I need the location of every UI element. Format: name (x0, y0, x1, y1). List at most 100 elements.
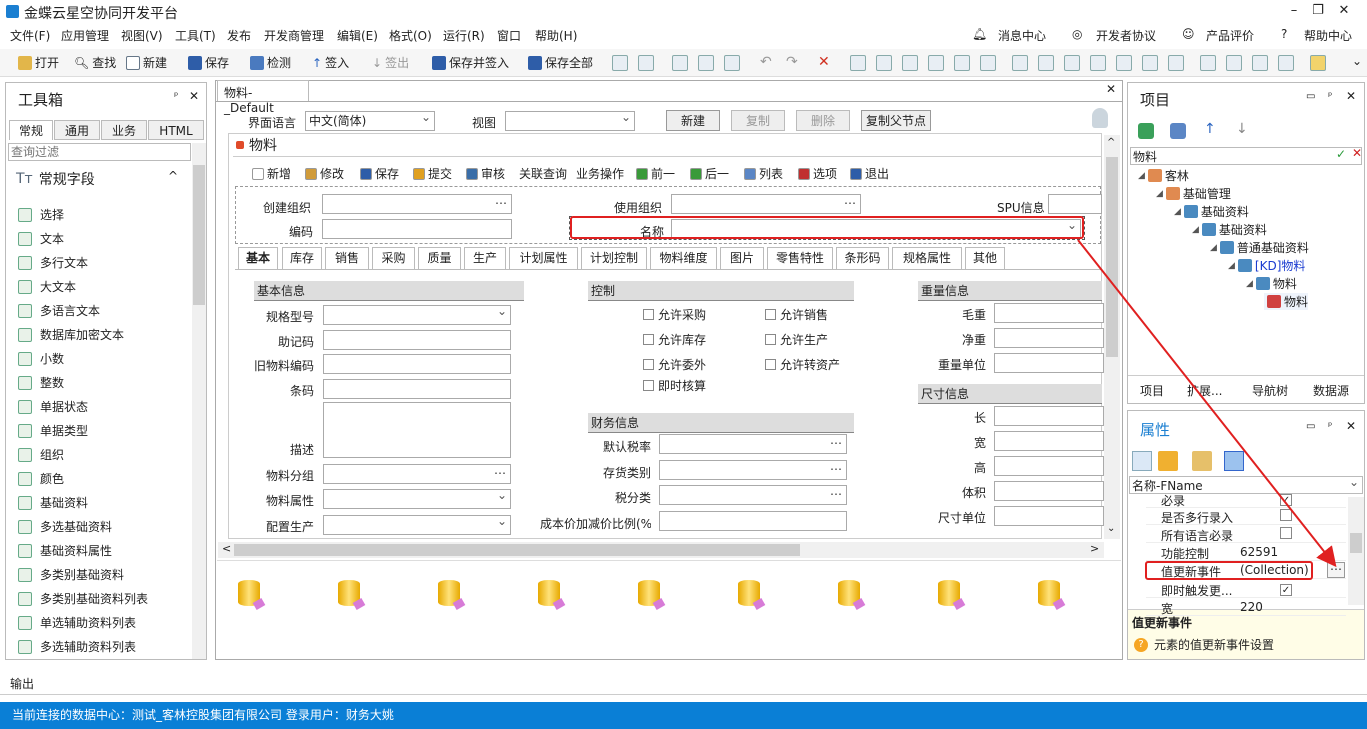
form-tab[interactable]: 计划属性 (509, 247, 578, 269)
project-bottom-tab[interactable]: 数据源 (1313, 382, 1349, 399)
form-action-button[interactable]: 选项 (798, 165, 837, 182)
finance-field-input[interactable] (659, 511, 847, 531)
data-component-icon[interactable] (638, 580, 660, 606)
menu-edit[interactable]: 编辑(E) (337, 27, 378, 44)
toolbox-tab-business[interactable]: 业务 (101, 120, 147, 140)
help-center-link[interactable]: 帮助中心 (1304, 27, 1352, 44)
move-down-icon[interactable]: ↓ (1236, 121, 1248, 137)
undo-icon[interactable]: ↶ (760, 54, 772, 70)
project-bottom-tab[interactable]: 扩展... (1187, 382, 1222, 399)
form-action-button[interactable]: 提交 (413, 165, 452, 182)
basic-field-input[interactable] (323, 464, 511, 484)
data-component-icon[interactable] (338, 580, 360, 606)
control-checkbox[interactable]: 允许转资产 (765, 356, 840, 373)
layout-icon-2[interactable] (1226, 55, 1242, 71)
menu-help[interactable]: 帮助(H) (535, 27, 577, 44)
toolbar-icon-3[interactable] (672, 55, 688, 71)
menu-file[interactable]: 文件(F) (10, 27, 50, 44)
lang-select[interactable]: 中文(简体) (305, 110, 435, 131)
new-view-button[interactable]: 新建 (666, 110, 720, 131)
toolbox-item[interactable]: 整数 (18, 374, 208, 391)
layout-icon-3[interactable] (1252, 55, 1268, 71)
menu-app[interactable]: 应用管理 (61, 27, 109, 44)
save-checkin-button[interactable]: 保存并签入 (432, 54, 509, 71)
property-row[interactable]: 宽 220 (1146, 598, 1346, 616)
checkout-button[interactable]: ↓ 签出 (372, 54, 409, 71)
size-field-input[interactable] (994, 406, 1104, 426)
collection-edit-button[interactable]: ⋯ (1327, 562, 1345, 578)
size-field-input[interactable] (994, 481, 1104, 501)
control-checkbox[interactable]: 允许采购 (643, 306, 706, 323)
same-width-icon[interactable] (1090, 55, 1106, 71)
size-field-input[interactable] (994, 506, 1104, 526)
props-maximize-icon[interactable]: ▭ (1306, 421, 1315, 432)
toolbar-overflow-icon[interactable]: ⌄ (1352, 54, 1362, 68)
control-checkbox[interactable]: 允许委外 (643, 356, 706, 373)
toolbox-item[interactable]: 多语言文本 (18, 302, 208, 319)
toolbox-close-icon[interactable]: ✕ (189, 89, 199, 103)
delete-view-button[interactable]: 删除 (796, 110, 850, 131)
property-checkbox[interactable] (1280, 509, 1292, 521)
property-value[interactable]: 62591 (1240, 545, 1278, 559)
property-row[interactable]: 必录 ✓ (1146, 490, 1346, 508)
create-org-field[interactable] (322, 194, 512, 214)
copy-icon[interactable] (1170, 123, 1186, 139)
align-center-icon[interactable] (902, 55, 918, 71)
form-tab[interactable]: 图片 (720, 247, 764, 269)
property-checkbox[interactable]: ✓ (1280, 584, 1292, 596)
form-action-button[interactable]: 审核 (466, 165, 505, 182)
size-field-input[interactable] (994, 456, 1104, 476)
toolbox-item[interactable]: 基础资料属性 (18, 542, 208, 559)
property-row[interactable]: 所有语言必录 (1146, 525, 1346, 543)
align-top-icon[interactable] (1012, 55, 1028, 71)
property-checkbox[interactable]: ✓ (1280, 494, 1292, 506)
preview-icon[interactable] (1310, 55, 1326, 71)
distribute-h-icon[interactable] (954, 55, 970, 71)
project-tree-node[interactable]: 物料 (1264, 293, 1309, 310)
toolbox-item[interactable]: 小数 (18, 350, 208, 367)
checkin-button[interactable]: ↑ 签入 (312, 54, 349, 71)
menu-developer[interactable]: 开发商管理 (264, 27, 324, 44)
form-tab[interactable]: 采购 (372, 247, 415, 269)
minimize-button[interactable]: – (1284, 2, 1304, 20)
form-action-button[interactable]: 前一 (636, 165, 675, 182)
toolbox-item[interactable]: 多行文本 (18, 254, 208, 271)
data-component-icon[interactable] (438, 580, 460, 606)
property-row[interactable]: 即时触发更... ✓ (1146, 580, 1346, 598)
form-tab[interactable]: 计划控制 (581, 247, 647, 269)
form-action-button[interactable]: 关联查询 (519, 165, 567, 182)
toolbox-tab-general[interactable]: 通用 (54, 120, 100, 140)
distribute-v-icon[interactable] (980, 55, 996, 71)
cancel-icon[interactable]: ✕ (1352, 146, 1362, 160)
form-action-button[interactable]: 退出 (850, 165, 889, 182)
events-icon[interactable] (1224, 451, 1244, 471)
finance-field-input[interactable] (659, 434, 847, 454)
document-tab[interactable]: 物料-_Default (217, 80, 309, 115)
project-tree-node[interactable]: ◢ 基础资料 (1174, 203, 1249, 220)
control-checkbox[interactable]: 允许库存 (643, 331, 706, 348)
property-value[interactable]: 220 (1240, 600, 1263, 614)
property-checkbox[interactable] (1280, 527, 1292, 539)
toolbox-item[interactable]: 单据状态 (18, 398, 208, 415)
refresh-icon[interactable] (1138, 123, 1154, 139)
categorized-icon[interactable] (1132, 451, 1152, 471)
pin-icon[interactable]: ᵖ (174, 91, 178, 102)
control-checkbox[interactable]: 即时核算 (643, 377, 706, 394)
size-field-input[interactable] (994, 431, 1104, 451)
toolbox-item[interactable]: 多选基础资料 (18, 518, 208, 535)
basic-field-input[interactable] (323, 488, 511, 509)
menu-publish[interactable]: 发布 (227, 27, 251, 44)
toolbox-section-header[interactable]: Tт 常规字段 (16, 169, 95, 189)
toolbox-item[interactable]: 数据库加密文本 (18, 326, 208, 343)
form-action-button[interactable]: 后一 (690, 165, 729, 182)
form-tab[interactable]: 质量 (418, 247, 461, 269)
property-row[interactable]: 是否多行录入 (1146, 507, 1346, 525)
developer-protocol-link[interactable]: 开发者协议 (1096, 27, 1156, 44)
basic-field-input[interactable] (323, 354, 511, 374)
project-tree-node[interactable]: ◢ [KD]物料 (1228, 257, 1305, 274)
form-action-button[interactable]: 新增 (252, 165, 291, 182)
save-button[interactable]: 保存 (188, 54, 229, 71)
form-action-button[interactable]: 业务操作 (576, 165, 624, 182)
form-tab[interactable]: 其他 (965, 247, 1005, 269)
control-checkbox[interactable]: 允许销售 (765, 306, 828, 323)
